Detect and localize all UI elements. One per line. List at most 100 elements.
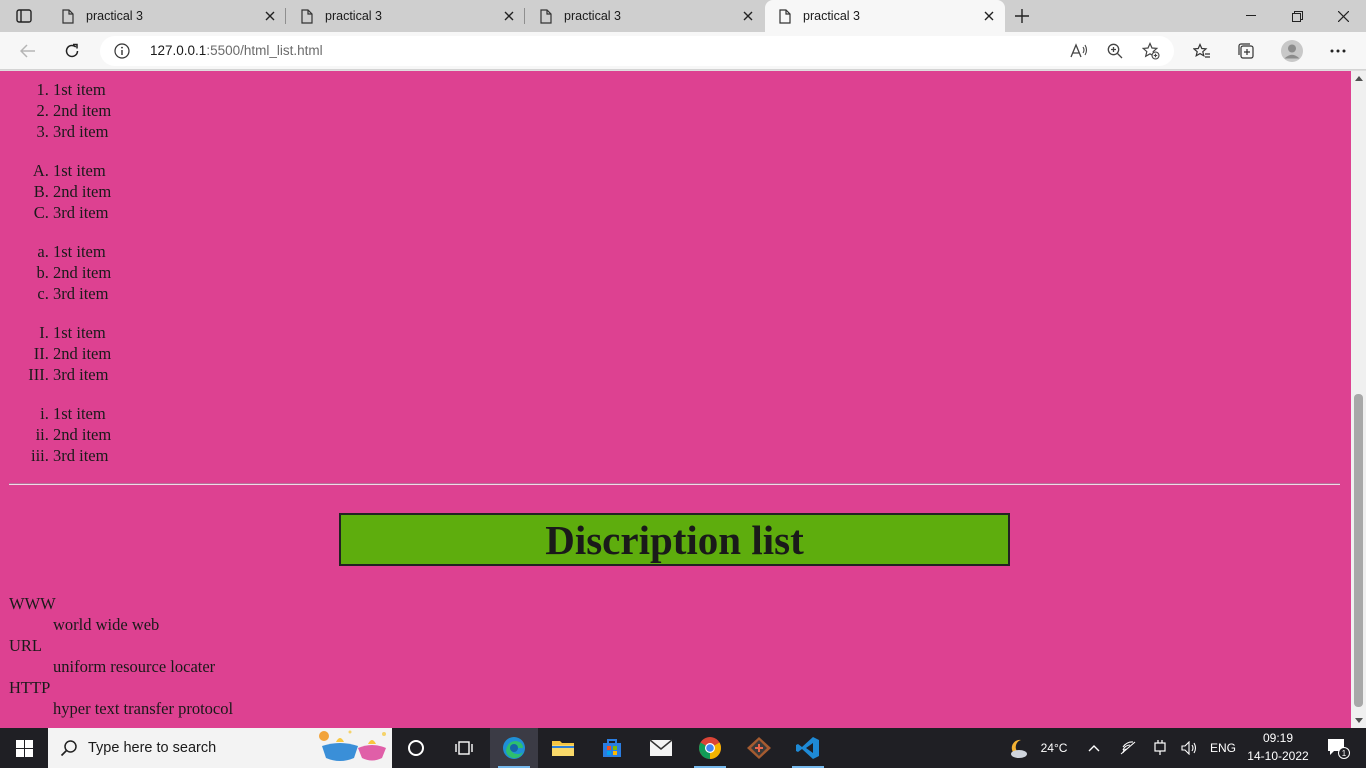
edge-browser-icon[interactable] (490, 728, 538, 768)
list-item: 3rd item (53, 364, 1351, 385)
scrollbar-thumb[interactable] (1354, 394, 1363, 707)
list-item: 3rd item (53, 202, 1351, 223)
file-explorer-icon[interactable] (539, 728, 587, 768)
dl-definition: world wide web (53, 615, 160, 634)
back-arrow-icon[interactable] (12, 35, 44, 67)
list-item: 1st item (53, 241, 1351, 262)
language-indicator[interactable]: ENG (1206, 728, 1240, 768)
description-list: WWW world wide web URL uniform resource … (9, 593, 233, 719)
tab-separator (524, 8, 525, 24)
scroll-up-icon[interactable] (1351, 71, 1366, 86)
dl-term: URL (9, 636, 42, 655)
list-item: 3rd item (53, 121, 1351, 142)
chrome-icon[interactable] (686, 728, 734, 768)
browser-tab-active[interactable]: practical 3 (765, 0, 1005, 32)
clock-date: 14-10-2022 (1247, 749, 1309, 763)
vertical-scrollbar[interactable] (1351, 71, 1366, 728)
url-path: :5500/html_list.html (206, 43, 323, 58)
weather-temperature[interactable]: 24°C (1036, 728, 1072, 768)
scroll-down-icon[interactable] (1351, 713, 1366, 728)
favorites-icon[interactable] (1186, 35, 1218, 67)
list-item: 2nd item (53, 343, 1351, 364)
close-window-icon[interactable] (1320, 0, 1366, 32)
tab-strip: practical 3 practical 3 practical 3 prac… (0, 0, 1366, 32)
list-item: 1st item (53, 403, 1351, 424)
numbered-list: 1st item 2nd item 3rd item (0, 79, 1351, 142)
search-placeholder: Type here to search (88, 740, 217, 756)
cortana-icon[interactable] (392, 728, 440, 768)
mail-icon[interactable] (637, 728, 685, 768)
list-item: 2nd item (53, 262, 1351, 283)
git-gui-icon[interactable] (735, 728, 783, 768)
zoom-icon[interactable] (1102, 40, 1128, 62)
page-viewport: 1st item 2nd item 3rd item 1st item 2nd … (0, 71, 1351, 728)
upper-alpha-list: 1st item 2nd item 3rd item (0, 160, 1351, 223)
close-tab-icon[interactable] (977, 4, 1001, 28)
task-view-icon[interactable] (440, 728, 488, 768)
microsoft-store-icon[interactable] (588, 728, 636, 768)
list-item: 3rd item (53, 445, 1351, 466)
page-icon (779, 8, 791, 24)
close-tab-icon[interactable] (258, 4, 282, 28)
new-tab-icon[interactable] (1008, 4, 1036, 28)
dl-term: WWW (9, 594, 56, 613)
list-item: 1st item (53, 160, 1351, 181)
collections-icon[interactable] (1230, 35, 1262, 67)
tab-actions-icon[interactable] (8, 4, 40, 28)
tab-title: practical 3 (803, 9, 860, 23)
weather-icon[interactable] (1000, 728, 1036, 768)
page-icon (62, 8, 74, 24)
battery-plug-icon[interactable] (1148, 728, 1172, 768)
lower-alpha-list: 1st item 2nd item 3rd item (0, 241, 1351, 304)
close-tab-icon[interactable] (736, 4, 760, 28)
profile-avatar-icon[interactable] (1276, 35, 1308, 67)
notification-center-icon[interactable]: 1 (1318, 728, 1358, 768)
ordered-lists: 1st item 2nd item 3rd item 1st item 2nd … (0, 79, 1351, 484)
restore-icon[interactable] (1274, 0, 1320, 32)
url-text[interactable]: 127.0.0.1:5500/html_list.html (150, 43, 323, 58)
notification-count: 1 (1342, 749, 1347, 758)
tab-title: practical 3 (86, 9, 143, 23)
url-host: 127.0.0.1 (150, 43, 207, 58)
site-info-icon[interactable] (114, 43, 130, 59)
volume-icon[interactable] (1178, 728, 1202, 768)
tab-separator (285, 8, 286, 24)
read-aloud-icon[interactable] (1066, 40, 1092, 62)
address-bar[interactable]: 127.0.0.1:5500/html_list.html (100, 36, 1174, 66)
list-item: 3rd item (53, 283, 1351, 304)
dl-definition: uniform resource locater (53, 657, 216, 676)
browser-toolbar: 127.0.0.1:5500/html_list.html (0, 32, 1366, 70)
windows-start-icon[interactable] (0, 728, 48, 768)
clock-time: 09:19 (1262, 731, 1294, 745)
tab-title: practical 3 (325, 9, 382, 23)
windows-taskbar: Type here to search 24°C ENG 09:19 14-10… (0, 728, 1366, 768)
dl-definition: hyper text transfer protocol (53, 699, 234, 718)
horizontal-rule (9, 483, 1340, 485)
list-item: 2nd item (53, 181, 1351, 202)
list-item: 1st item (53, 322, 1351, 343)
upper-roman-list: 1st item 2nd item 3rd item (0, 322, 1351, 385)
heading-box: Discription list (339, 513, 1010, 566)
browser-tab[interactable]: practical 3 (287, 0, 525, 32)
more-options-icon[interactable] (1322, 35, 1354, 67)
network-icon[interactable] (1116, 728, 1140, 768)
dl-term: HTTP (9, 678, 51, 697)
browser-tab[interactable]: practical 3 (48, 0, 286, 32)
search-highlight-diya-icon (319, 730, 386, 761)
taskbar-search-box[interactable]: Type here to search (48, 728, 392, 768)
browser-tab[interactable]: practical 3 (526, 0, 764, 32)
description-list-heading: Discription list (545, 516, 804, 563)
minimize-icon[interactable] (1228, 0, 1274, 32)
page-icon (540, 8, 552, 24)
system-clock[interactable]: 09:19 14-10-2022 (1240, 728, 1316, 768)
list-item: 2nd item (53, 424, 1351, 445)
add-favorite-icon[interactable] (1138, 40, 1164, 62)
search-icon (60, 739, 78, 761)
lower-roman-list: 1st item 2nd item 3rd item (0, 403, 1351, 466)
refresh-icon[interactable] (56, 35, 88, 67)
vs-code-icon[interactable] (784, 728, 832, 768)
page-icon (301, 8, 313, 24)
show-hidden-icons-icon[interactable] (1082, 728, 1106, 768)
close-tab-icon[interactable] (497, 4, 521, 28)
tab-title: practical 3 (564, 9, 621, 23)
